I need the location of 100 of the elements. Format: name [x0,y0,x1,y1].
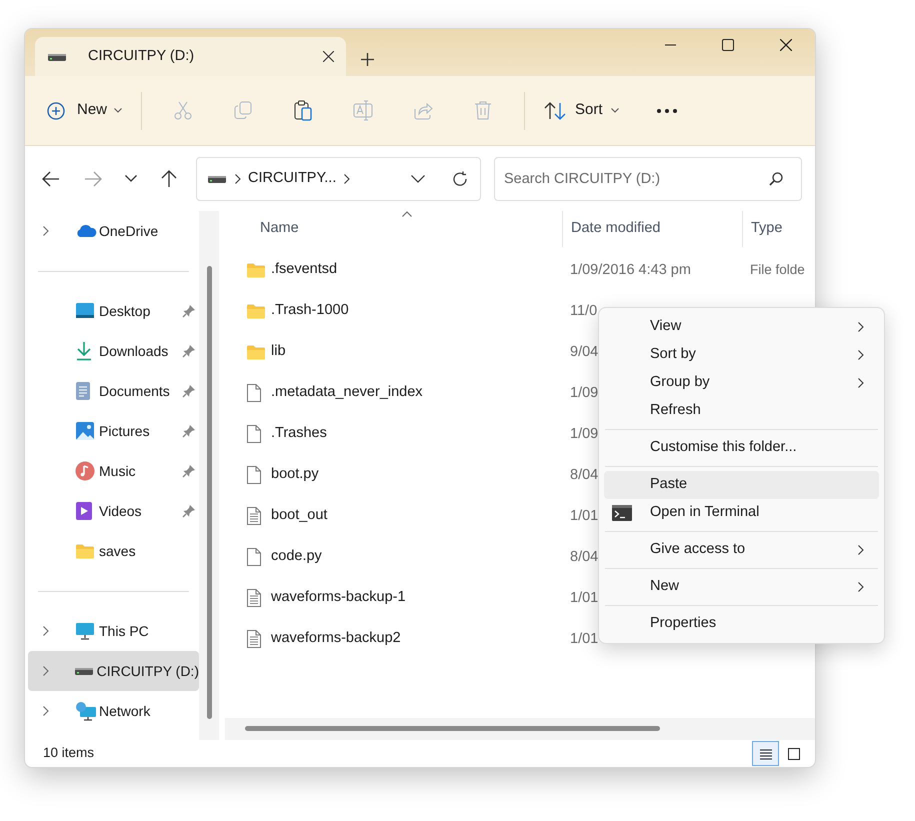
sidebar-item[interactable]: OneDrive [25,211,199,251]
sidebar-item[interactable]: Music [25,451,199,491]
text-file-icon [246,506,262,526]
date-cell: 1/09 [570,426,598,442]
file-name[interactable]: lib [271,340,286,362]
date-cell: 1/01 [570,508,598,524]
trash-icon [473,100,494,121]
download-icon [75,341,93,361]
search-field[interactable]: Search CIRCUITPY (D:) [494,156,802,200]
sidebar-item[interactable]: Documents [25,371,199,411]
date-cell: 8/04 [570,548,598,564]
text-file-icon [246,628,262,648]
item-count: 10 items [43,744,96,762]
column-header[interactable]: Name [219,211,562,247]
view-button[interactable] [752,741,779,766]
pin-icon [182,344,196,358]
date-cell: 11/0 [570,302,598,318]
sort-button[interactable]: Sort [536,90,627,130]
up-icon [160,170,178,188]
menu-item[interactable]: Open in Terminal [604,499,879,527]
sidebar-item[interactable]: Pictures [25,411,199,451]
file-name[interactable]: waveforms-backup2 [271,628,401,650]
file-name[interactable]: code.py [271,546,322,568]
menu-item[interactable]: Sort by [604,341,879,369]
image-icon [75,421,95,441]
chevron-right-icon [43,666,49,676]
sidebar-item[interactable]: saves [25,531,199,571]
folder-icon [246,262,266,278]
caret-icon [610,108,619,113]
pin-icon [182,464,196,478]
sidebar-item[interactable]: This PC [25,611,199,651]
sidebar-item[interactable]: Network [25,691,199,731]
menu-item[interactable]: Customise this folder... [604,434,879,462]
menu-item[interactable]: Give access to [604,536,879,564]
terminal-icon [612,505,632,521]
file-name[interactable]: .metadata_never_index [271,382,423,404]
file-name[interactable]: waveforms-backup-1 [271,586,406,608]
chevron-right-icon [858,322,864,332]
sidebar-item[interactable]: CIRCUITPY (D:) [28,651,199,691]
tile-view-icon [786,746,802,762]
chevron-down-icon [125,175,137,182]
back-icon [42,170,60,188]
type-cell: File folde [750,262,805,276]
column-header[interactable]: Type [742,211,815,247]
column-header[interactable]: Date modified [562,211,742,247]
forward-icon [84,170,102,188]
sidebar-item[interactable]: Videos [25,491,199,531]
new-tab-icon[interactable] [361,53,374,66]
monitor-icon [75,622,95,640]
sort-arrows-icon [544,102,566,120]
close-icon [780,39,792,51]
chevron-down-icon[interactable] [411,174,425,182]
desktop-icon [75,302,95,320]
date-cell: 1/09 [570,384,598,400]
text-file-icon [246,588,262,608]
menu-item[interactable]: Refresh [604,397,879,425]
scissors-icon [173,100,194,121]
folder-icon [75,543,95,559]
chevron-right-icon [858,378,864,388]
breadcrumb[interactable]: CIRCUITPY... [248,168,336,190]
scrollbar-thumb[interactable] [245,726,660,731]
file-icon [246,382,262,402]
address-bar[interactable]: CIRCUITPY... [196,156,481,200]
sort-up-icon [402,211,412,217]
file-name[interactable]: .fseventsd [271,258,338,280]
file-name[interactable]: .Trashes [271,422,327,444]
more-icon [656,108,677,112]
folder-icon [246,344,266,360]
folder-icon [246,302,266,318]
pin-icon [182,384,196,398]
music-note-icon [75,461,95,481]
chevron-right-icon [858,545,864,555]
rename-icon [353,100,374,121]
date-cell: 1/01 [570,590,598,606]
chevron-right-icon [43,706,49,716]
video-icon [75,501,93,521]
file-name[interactable]: .Trash-1000 [271,300,349,322]
scrollbar-thumb[interactable] [207,266,212,719]
tab[interactable]: CIRCUITPY (D:) [35,37,346,76]
file-icon [246,424,262,444]
menu-item[interactable]: Paste [604,471,879,499]
date-cell: 1/09/2016 4:43 pm [570,262,691,278]
menu-item[interactable]: View [604,313,879,341]
plus-circle-icon [47,102,65,120]
menu-item[interactable]: Group by [604,369,879,397]
minimize-icon [664,44,676,46]
new-button[interactable]: New [39,90,130,130]
close-icon[interactable] [323,51,334,62]
search-icon [769,172,783,186]
menu-item[interactable]: Properties [604,610,879,638]
sidebar-item[interactable]: Downloads [25,331,199,371]
chevron-right-icon [235,174,241,184]
file-name[interactable]: boot.py [271,464,319,486]
refresh-icon[interactable] [452,170,468,186]
document-icon [75,381,91,401]
sidebar-item[interactable]: Desktop [25,291,199,331]
date-cell: 8/04 [570,466,598,482]
cloud-icon [75,223,97,239]
menu-item[interactable]: New [604,573,879,601]
file-name[interactable]: boot_out [271,504,328,526]
